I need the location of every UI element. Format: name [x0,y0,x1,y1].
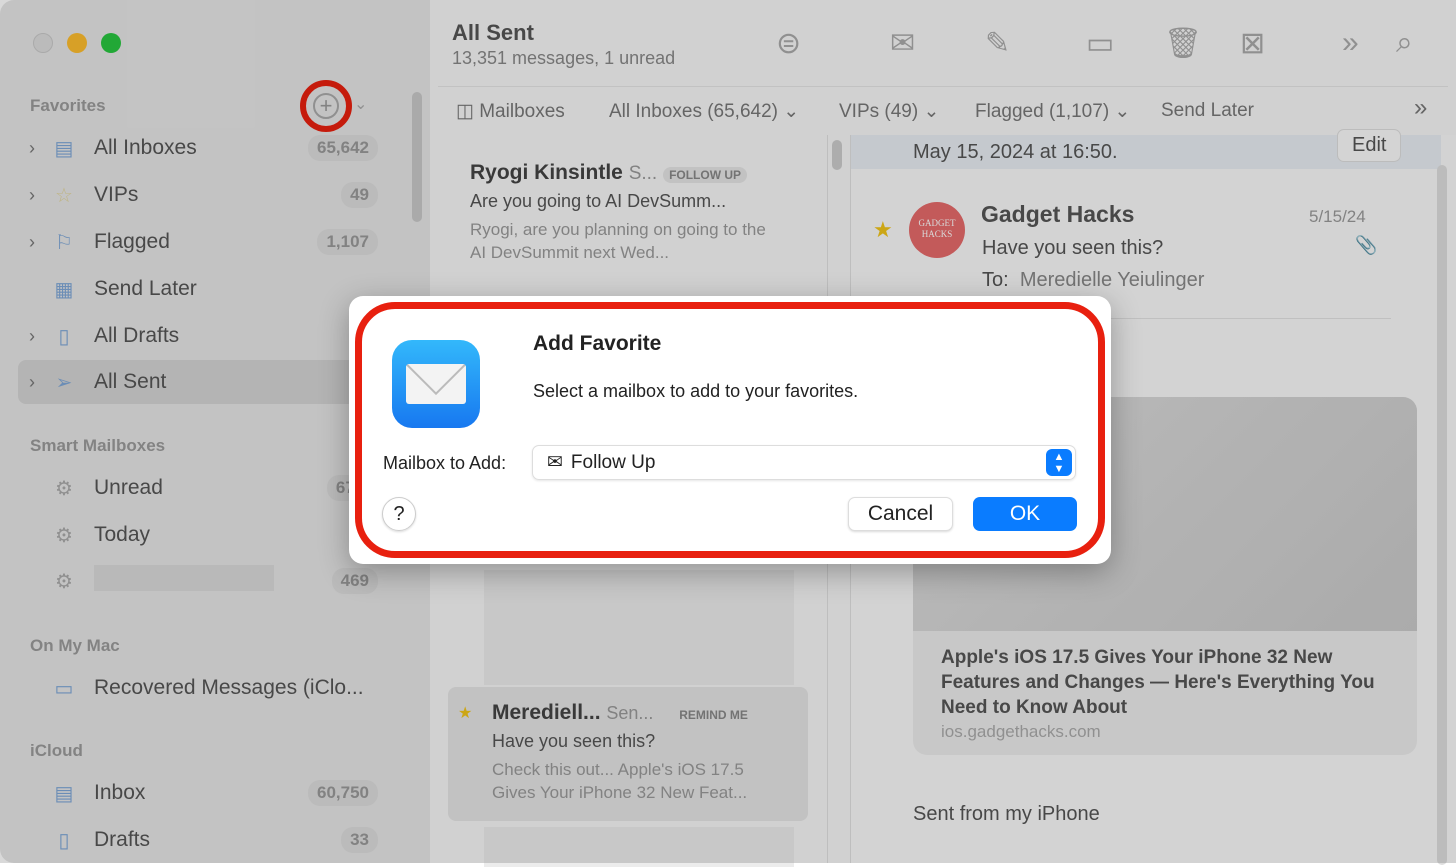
minimize-window-button[interactable] [67,33,87,53]
detail-scrollbar[interactable] [1437,165,1447,865]
sidebar-item-today[interactable]: ⚙ Today [18,513,388,557]
mailbox-title: All Sent [452,20,534,45]
junk-icon[interactable]: ⊠ [1240,26,1265,61]
list-scrollbar[interactable] [832,140,842,170]
recipient: Meredielle Yeiulinger [1019,269,1205,291]
favorite-send-later[interactable]: Send Later [1161,100,1254,122]
tray-icon: ▤ [54,137,74,160]
banner-date: May 15, 2024 at 16:50. [913,141,1118,163]
compose-icon[interactable]: ✎ [985,26,1010,61]
sidebar-item-all-sent[interactable]: › ➢ All Sent [18,360,388,404]
edit-button[interactable]: Edit [1337,129,1402,162]
sidebar-item-redacted[interactable]: ⚙ 469 [18,559,388,603]
sender-name: Gadget Hacks [981,201,1135,227]
dialog-title: Add Favorite [533,332,662,355]
remind-me-badge: REMIND ME [679,708,748,722]
chevron-down-icon[interactable]: ⌄ [354,94,367,114]
calendar-icon: ▦ [54,278,74,301]
paperclip-icon: 📎 [1355,235,1378,255]
close-window-button[interactable] [33,33,53,53]
redacted-block [484,570,794,685]
mail-app-icon [392,340,480,428]
dialog-message: Select a mailbox to add to your favorite… [533,381,859,401]
document-icon: ▯ [58,325,70,348]
sidebar-item-all-inboxes[interactable]: › ▤ All Inboxes 65,642 [18,126,388,170]
chevron-right-icon[interactable]: › [18,372,46,393]
gear-icon: ⚙ [55,570,73,593]
mailboxes-button[interactable]: ◫ Mailboxes [456,100,565,123]
star-icon: ★ [873,217,893,242]
list-item[interactable]: ★ Merediell... Sen... REMIND ME Have you… [448,687,808,821]
sidebar-item-all-drafts[interactable]: › ▯ All Drafts [18,314,388,358]
star-icon: ☆ [55,184,73,207]
mailbox-select[interactable]: ✉ Follow Up ▲ ▼ [532,445,1076,480]
favorites-header: Favorites [30,96,106,115]
favorite-vips[interactable]: VIPs (49) ⌄ [839,100,939,123]
search-icon[interactable]: ⌕ [1396,26,1413,60]
on-my-mac-header: On My Mac [30,636,120,655]
flag-icon: ⚐ [55,231,73,254]
star-icon: ★ [458,705,473,722]
envelope-badge-icon: ✉ [547,452,563,473]
chevron-right-icon[interactable]: › [18,326,46,347]
list-item[interactable]: Ryogi Kinsintle S... FOLLOW UP Are you g… [470,161,800,264]
message-date: 5/15/24 [1309,207,1366,226]
mailbox-field-label: Mailbox to Add: [383,453,507,473]
message-subject: Have you seen this? [982,237,1164,259]
zoom-window-button[interactable] [101,33,121,53]
chevron-right-icon[interactable]: › [18,138,46,159]
chevron-right-icon[interactable]: › [18,185,46,206]
sidebar-item-send-later[interactable]: ▦ Send Later [18,267,388,311]
sidebar-item-inbox[interactable]: ▤ Inbox 60,750 [18,771,388,815]
archive-icon[interactable]: ▭ [1086,26,1114,61]
add-favorite-dialog: Add Favorite Select a mailbox to add to … [349,296,1111,564]
sidebar-item-flagged[interactable]: › ⚐ Flagged 1,107 [18,220,388,264]
sidebar-item-unread[interactable]: ⚙Unread67,2 [18,466,388,510]
icloud-header: iCloud [30,741,83,760]
more-favorites-icon[interactable]: » [1414,94,1427,122]
filter-icon[interactable]: ⊜ [776,26,801,61]
favorite-all-inboxes[interactable]: All Inboxes (65,642) ⌄ [609,100,799,123]
mailbox-subtitle: 13,351 messages, 1 unread [452,48,676,68]
help-button[interactable]: ? [382,497,416,531]
follow-up-badge: FOLLOW UP [663,167,748,183]
more-chevrons-icon[interactable]: » [1342,26,1359,60]
trash-icon[interactable]: 🗑 [1164,26,1202,61]
gear-icon: ⚙ [55,524,73,547]
folder-icon: ▭ [54,677,74,700]
document-icon: ▯ [58,829,70,852]
tray-icon: ▤ [54,782,74,805]
up-down-chevron-icon: ▲ ▼ [1046,449,1072,476]
sidebar-item-recovered[interactable]: ▭ Recovered Messages (iClo... [18,666,388,710]
sidebar-item-drafts[interactable]: ▯ Drafts 33 [18,818,388,862]
chevron-right-icon[interactable]: › [18,232,46,253]
sidebar-scrollbar[interactable] [412,92,422,222]
gear-icon: ⚙ [55,477,73,500]
add-favorite-button[interactable]: + [300,80,352,132]
sidebar-item-vips[interactable]: › ☆ VIPs 49 [18,173,388,217]
smart-mailboxes-header: Smart Mailboxes [30,436,166,455]
ok-button[interactable]: OK [973,497,1077,531]
favorite-flagged[interactable]: Flagged (1,107) ⌄ [975,100,1130,123]
sidebar-icon: ◫ [456,101,480,122]
cancel-button[interactable]: Cancel [848,497,953,531]
signature: Sent from my iPhone [913,803,1100,825]
sender-avatar: GADGET HACKS [909,202,965,258]
paperplane-icon: ➢ [55,371,73,394]
plus-circle-icon: + [313,93,339,119]
envelope-icon[interactable]: ✉ [890,26,915,61]
